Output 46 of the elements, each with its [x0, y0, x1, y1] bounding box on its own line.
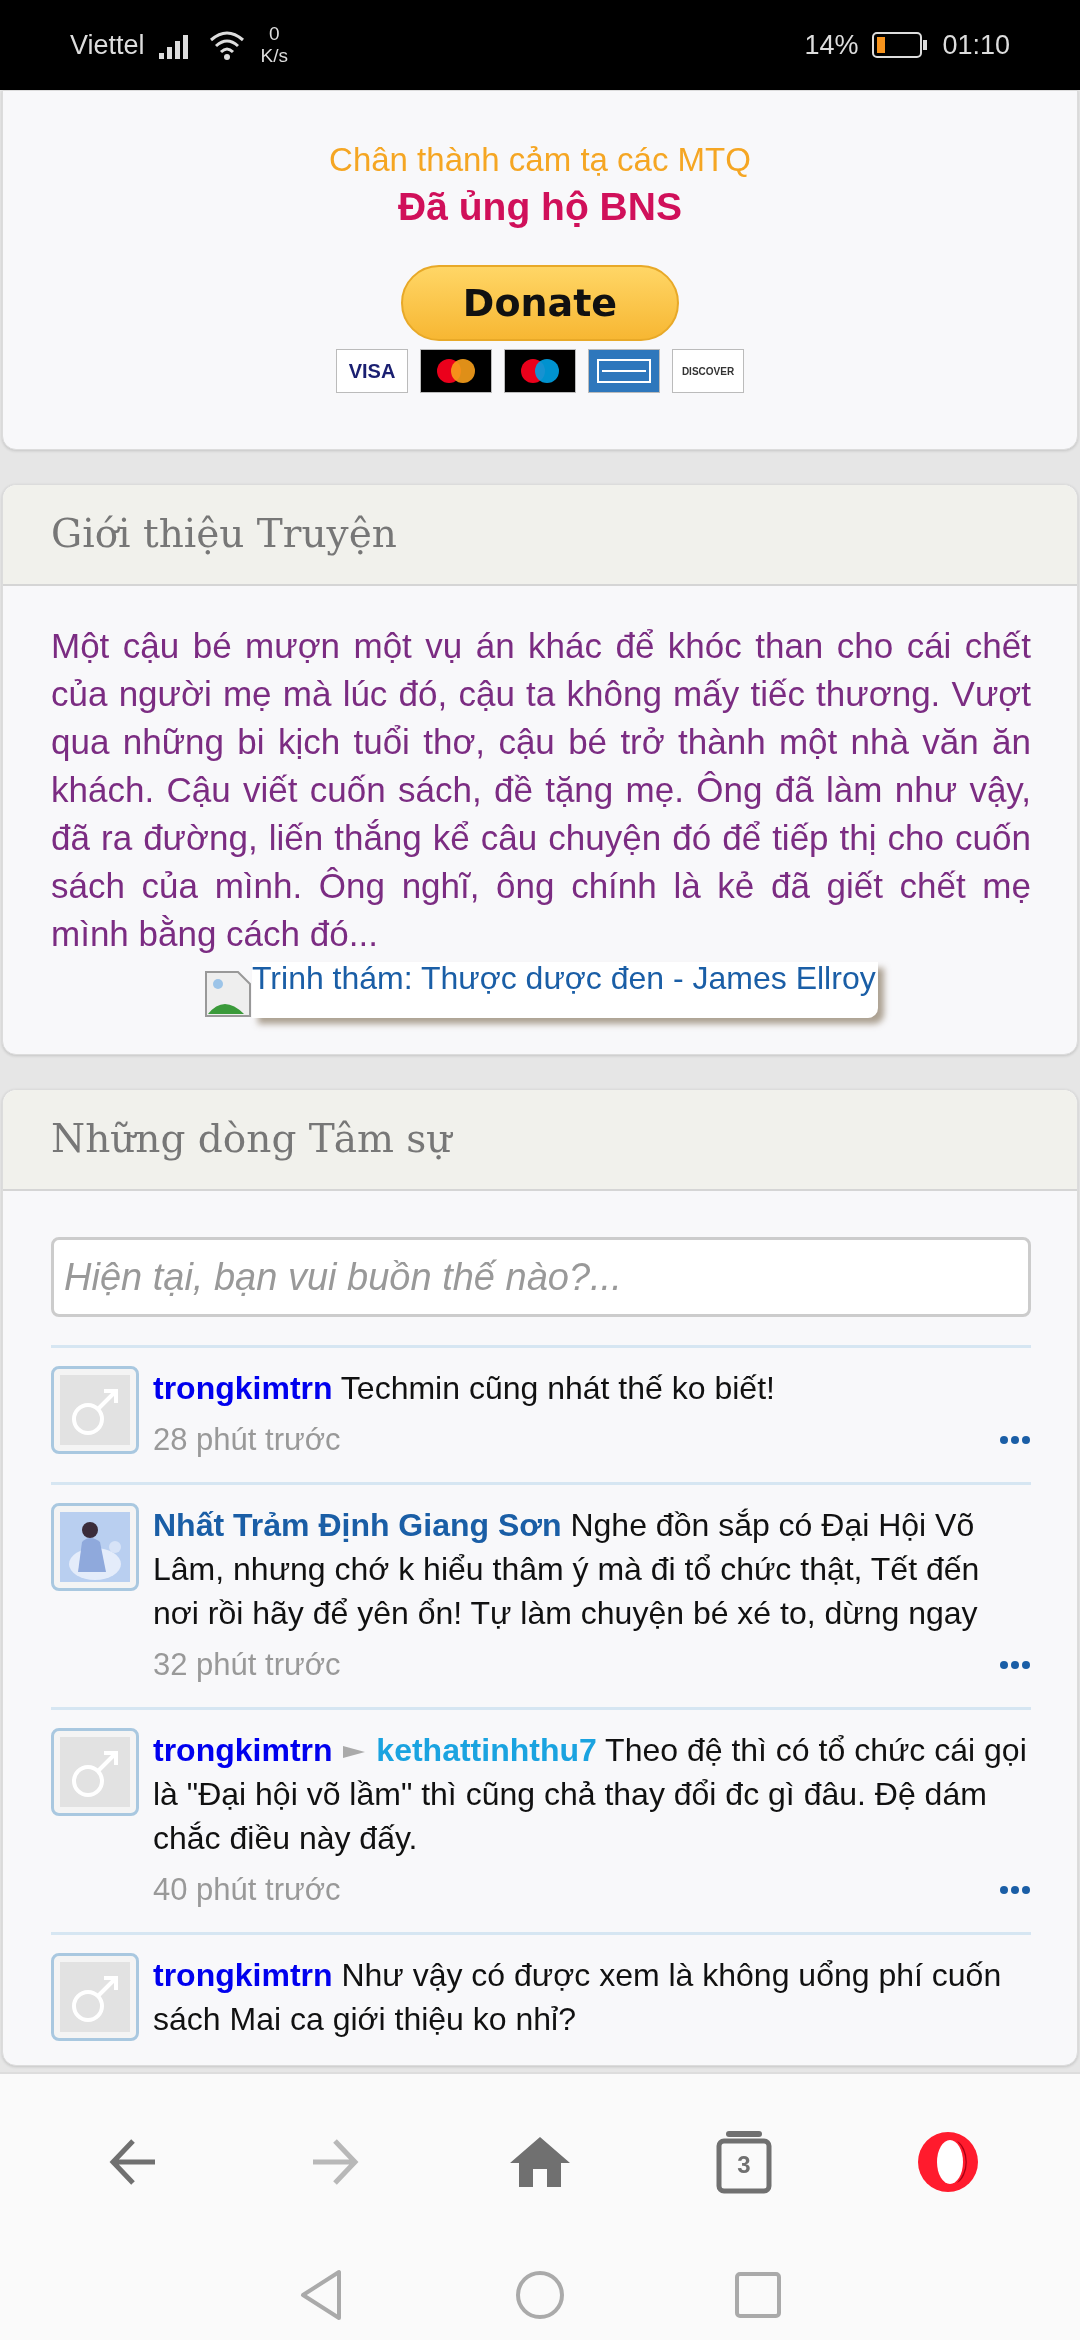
post-text: Nhất Trảm Định Giang Sơn Nghe đồn sắp có Đại Hội Võ Lâm, nhưng chớ k hiểu thâm ý mà đi tổ chức thật, Tết đến nơi rồi hãy để yên ổn! Tự làm chuyện bé xé to, dừng ngay — [153, 1506, 981, 1633]
maestro-card-logo — [504, 349, 576, 393]
thanks-text: Chân thành cảm tạ các MTQ — [329, 141, 751, 179]
card-title: Những dòng Tâm sự — [51, 1116, 454, 1161]
clock: 01:10 — [942, 29, 1010, 61]
status-input-field[interactable]: Hiện tại, bạn vui buồn thế nào?... — [51, 1237, 1031, 1317]
system-home-icon[interactable] — [515, 2270, 565, 2320]
author-link[interactable]: trongkimtrn — [153, 1957, 333, 1993]
more-icon[interactable] — [999, 1885, 1031, 1895]
author-link[interactable]: Nhất Trảm Định Giang Sơn — [153, 1507, 562, 1543]
male-symbol-icon — [60, 1375, 130, 1445]
book-link[interactable]: Trinh thám: Thược dược đen - James Ellroy — [252, 962, 878, 1018]
more-icon[interactable] — [999, 1435, 1031, 1445]
battery-icon — [872, 31, 929, 59]
story-summary: Một cậu bé mượn một vụ án khác để khóc than cho cái chết của người mẹ mà lúc đó, cậu ta không mấy tiếc thương. Vượt qua những bi kịch tuổi thơ, cậu bé trở thành một nhà văn ăn khách. Cậu viết cuốn sách, đề tặng mẹ. Ông đã làm như vậy, đã ra đường, liến thắng kể câu chuyện đó để tiếp thị cho cuốn sách của mình. Ông nghĩ, ông chính là kẻ đã giết chết mẹ mình bằng cách đó... — [51, 625, 1031, 955]
discover-card-logo: DISCOVER — [672, 349, 744, 393]
mastercard-card-logo — [420, 349, 492, 393]
speed-value: 0 — [269, 23, 280, 45]
more-icon[interactable] — [999, 1660, 1031, 1670]
post-text: trongkimtrn Như vậy có được xem là không uổng phí cuốn sách Mai ca giới thiệu ko nhỉ? — [153, 1956, 1003, 2039]
recent-apps-icon[interactable] — [735, 2272, 781, 2318]
battery-percent: 14% — [804, 29, 859, 61]
male-symbol-icon — [60, 1737, 130, 1807]
donate-button[interactable]: Donate — [401, 265, 679, 341]
post-time: 40 phút trước — [153, 1872, 341, 1908]
visa-card-logo: VISA — [336, 349, 408, 393]
speed-unit: K/s — [260, 45, 288, 67]
amex-card-logo — [588, 349, 660, 393]
post-time: 28 phút trước — [153, 1422, 341, 1458]
carrier-name: Viettel — [70, 29, 145, 61]
post-time: 32 phút trước — [153, 1647, 341, 1683]
avatar[interactable] — [51, 1503, 139, 1591]
post-text: trongkimtrn Techmin cũng nhát thế ko biết! — [153, 1369, 776, 1408]
tab-count: 3 — [736, 2151, 752, 2179]
opera-logo-icon — [917, 2131, 979, 2193]
home-icon — [509, 2135, 571, 2189]
post-text: trongkimtrn kethattinhthu7 Theo đệ thì có tổ chức cái gọi là "Đại hội võ lầm" thì cũng chả thay đổi đc gì đâu. Đệ dám chắc điều này đấy. — [153, 1731, 1028, 1858]
author-link[interactable]: trongkimtrn — [153, 1732, 333, 1768]
card-title: Giới thiệu Truyện — [51, 511, 398, 556]
tabs-icon — [716, 2129, 772, 2195]
supporters-heading: Đã ủng hộ BNS — [398, 185, 682, 229]
tabs-button[interactable]: 3 — [704, 2122, 784, 2202]
broken-image-icon — [204, 970, 252, 1018]
male-symbol-icon — [60, 1962, 130, 2032]
author-link[interactable]: trongkimtrn — [153, 1370, 333, 1406]
back-arrow-icon — [107, 2137, 157, 2187]
